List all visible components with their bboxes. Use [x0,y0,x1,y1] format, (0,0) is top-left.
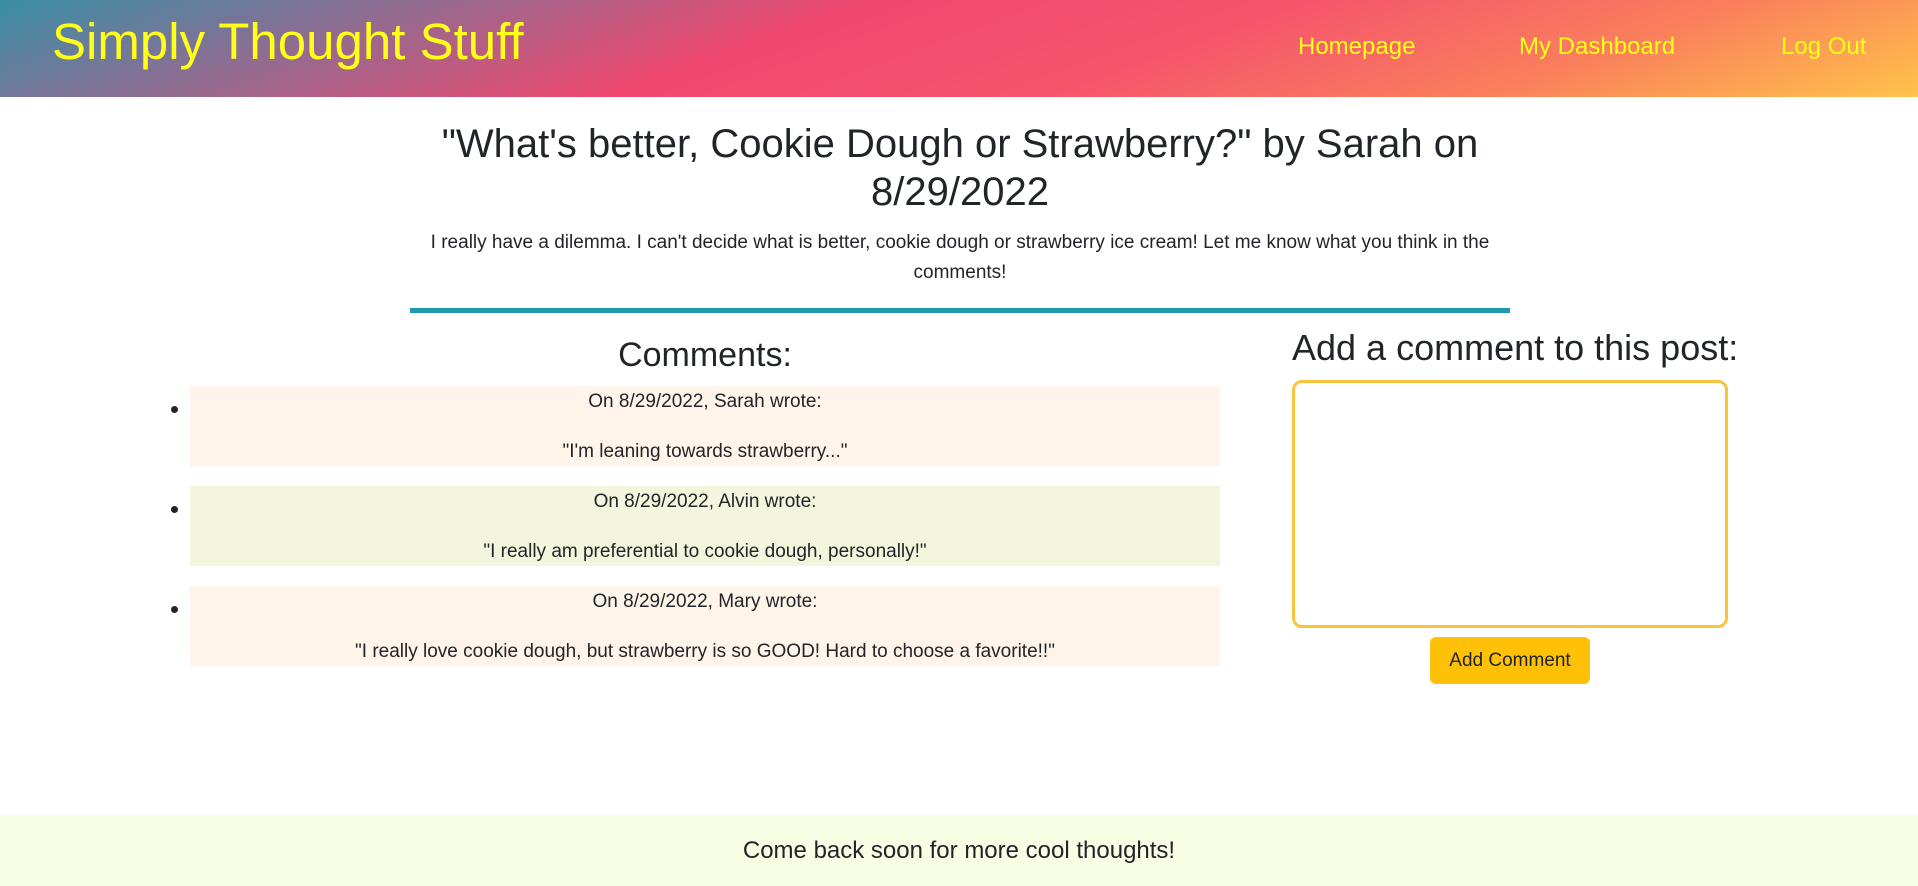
site-header: Simply Thought Stuff Homepage My Dashboa… [0,0,1918,97]
comment-text: "I really am preferential to cookie doug… [483,541,927,562]
site-brand-link[interactable]: Simply Thought Stuff [52,15,524,69]
bullet-icon [171,506,178,513]
comment-meta: On 8/29/2022, Mary wrote: [592,591,818,612]
comments-heading: Comments: [618,336,792,374]
comment-textarea[interactable] [1292,380,1728,628]
comment-text: "I'm leaning towards strawberry..." [562,441,848,462]
comment-item: On 8/29/2022, Alvin wrote: "I really am … [171,486,1220,566]
site-footer: Come back soon for more cool thoughts! [0,815,1918,886]
post-body: I really have a dilemma. I can't decide … [430,232,1490,283]
bullet-icon [171,406,178,413]
nav-link-homepage[interactable]: Homepage [1298,33,1415,62]
comment-item: On 8/29/2022, Sarah wrote: "I'm leaning … [171,386,1220,466]
bullet-icon [171,606,178,613]
post-section: "What's better, Cookie Dough or Strawber… [410,120,1510,288]
comment-item: On 8/29/2022, Mary wrote: "I really love… [171,586,1220,666]
nav-link-logout[interactable]: Log Out [1781,33,1866,62]
comment-meta: On 8/29/2022, Alvin wrote: [593,491,817,512]
post-title: "What's better, Cookie Dough or Strawber… [441,122,1479,214]
add-comment-button[interactable]: Add Comment [1430,637,1590,684]
comment-list: On 8/29/2022, Sarah wrote: "I'm leaning … [171,386,1220,686]
post-divider [410,308,1510,313]
comment-text: "I really love cookie dough, but strawbe… [355,641,1055,662]
add-comment-heading: Add a comment to this post: [1292,327,1739,368]
comment-meta: On 8/29/2022, Sarah wrote: [588,391,822,412]
nav-link-dashboard[interactable]: My Dashboard [1519,33,1675,62]
